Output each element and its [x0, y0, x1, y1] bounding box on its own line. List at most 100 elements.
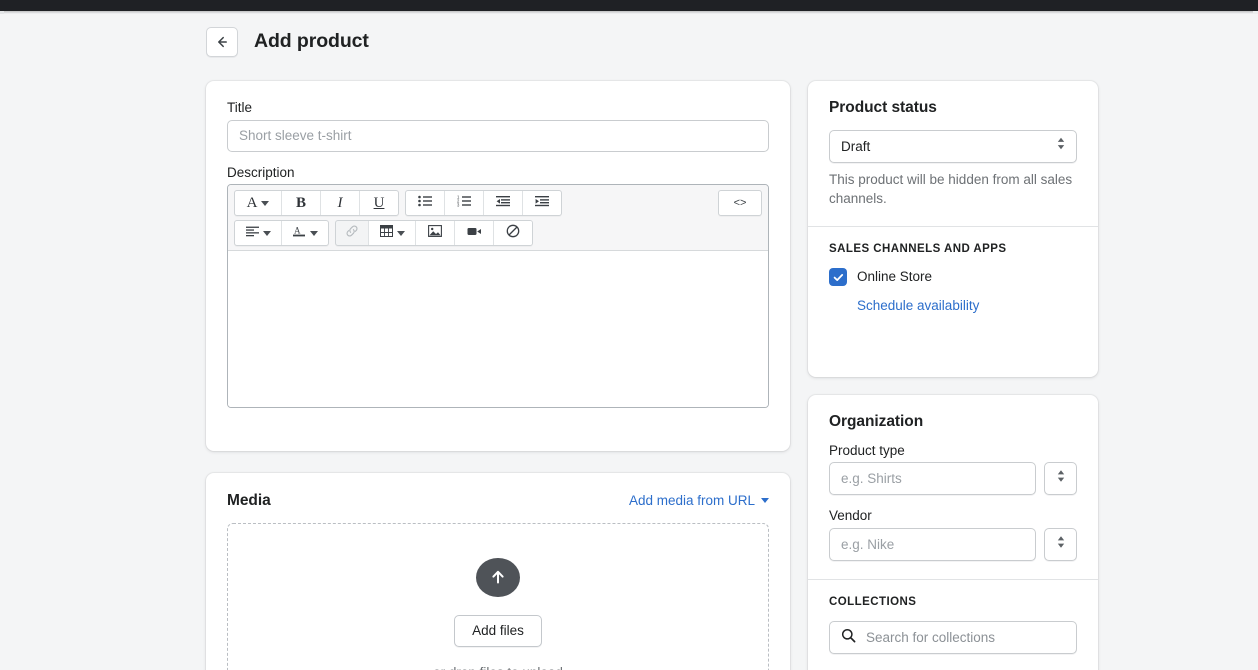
- chevron-down-icon: [761, 498, 769, 503]
- editor-toolbar-row-1: A B I U: [234, 190, 762, 216]
- schedule-availability-link[interactable]: Schedule availability: [857, 299, 1077, 313]
- video-icon: [467, 224, 482, 242]
- online-store-label: Online Store: [857, 270, 932, 284]
- online-store-row: Online Store: [829, 268, 1077, 286]
- chevron-down-icon: [263, 231, 271, 236]
- description-editor: A B I U: [227, 184, 769, 408]
- bold-button[interactable]: B: [282, 191, 321, 215]
- chevron-down-icon: [310, 231, 318, 236]
- align-dropdown[interactable]: [235, 221, 282, 245]
- product-status-help-text: This product will be hidden from all sal…: [829, 170, 1077, 208]
- chevron-down-icon: [397, 231, 405, 236]
- product-type-input-row: [829, 462, 1077, 495]
- indent-icon: [535, 194, 549, 212]
- text-color-dropdown[interactable]: A: [282, 221, 328, 245]
- svg-text:3: 3: [457, 203, 460, 207]
- font-a-icon: A: [247, 196, 258, 211]
- chevron-down-icon: [261, 201, 269, 206]
- vendor-input[interactable]: [829, 528, 1036, 561]
- page-title: Add product: [254, 32, 369, 52]
- stepper-icon: [1056, 534, 1066, 555]
- font-style-dropdown[interactable]: A: [235, 191, 282, 215]
- add-media-from-url-link[interactable]: Add media from URL: [629, 494, 769, 508]
- app-screen: Add product Title Description A: [0, 0, 1258, 670]
- no-entry-icon: [506, 224, 520, 243]
- svg-text:A: A: [294, 225, 301, 235]
- text-color-icon: A: [292, 224, 306, 243]
- indent-button[interactable]: [523, 191, 561, 215]
- product-status-value: Draft: [841, 139, 870, 154]
- italic-button[interactable]: I: [321, 191, 360, 215]
- image-icon: [428, 224, 442, 242]
- align-left-icon: [246, 224, 259, 242]
- media-card-header: Media Add media from URL: [227, 493, 769, 509]
- browser-chrome-bar: [0, 0, 1258, 11]
- organization-section: Organization Product type: [808, 395, 1098, 579]
- text-format-group: A B I U: [234, 190, 399, 216]
- list-numbers-icon: 1 2 3: [457, 194, 471, 212]
- underline-u-icon: U: [374, 196, 385, 211]
- vendor-field: Vendor: [829, 509, 1077, 561]
- page-header: Add product: [206, 27, 369, 57]
- align-group: A: [234, 220, 329, 246]
- vendor-stepper-button[interactable]: [1044, 528, 1077, 561]
- online-store-checkbox[interactable]: [829, 268, 847, 286]
- arrow-left-icon: [214, 34, 230, 50]
- add-files-button[interactable]: Add files: [454, 615, 542, 647]
- upload-arrow-icon: [476, 558, 520, 598]
- sales-channels-heading: SALES CHANNELS AND APPS: [829, 244, 1077, 256]
- outdent-button[interactable]: [484, 191, 523, 215]
- description-textarea[interactable]: [228, 251, 768, 407]
- sales-channels-section: SALES CHANNELS AND APPS Online Store Sch…: [808, 227, 1098, 331]
- bulleted-list-button[interactable]: [406, 191, 445, 215]
- product-details-card: Title Description A: [206, 81, 790, 451]
- underline-button[interactable]: U: [360, 191, 398, 215]
- add-media-from-url-label: Add media from URL: [629, 494, 755, 508]
- html-code-button[interactable]: <>: [718, 190, 762, 216]
- title-input[interactable]: [227, 120, 769, 152]
- vendor-label: Vendor: [829, 509, 1077, 523]
- list-bullets-icon: [418, 194, 432, 212]
- table-icon: [380, 224, 393, 242]
- back-button[interactable]: [206, 27, 238, 57]
- insert-link-button[interactable]: [336, 221, 369, 245]
- clear-formatting-button[interactable]: [494, 221, 532, 245]
- collections-section: COLLECTIONS Search for collections: [808, 580, 1098, 670]
- bold-b-icon: B: [296, 196, 306, 211]
- insert-image-button[interactable]: [416, 221, 455, 245]
- product-status-select[interactable]: Draft: [829, 130, 1077, 163]
- product-status-select-wrap: Draft: [829, 130, 1077, 163]
- collections-heading: COLLECTIONS: [829, 597, 1077, 609]
- product-status-card: Product status Draft This product will b…: [808, 81, 1098, 377]
- editor-toolbar-row-2: A: [234, 220, 762, 246]
- insert-video-button[interactable]: [455, 221, 494, 245]
- collections-search-placeholder: Search for collections: [866, 631, 995, 645]
- search-icon: [841, 628, 856, 648]
- stepper-icon: [1056, 468, 1066, 489]
- page-content: Add product Title Description A: [0, 14, 1258, 670]
- italic-i-icon: I: [338, 196, 343, 211]
- insert-group: [335, 220, 533, 246]
- media-heading: Media: [227, 493, 271, 509]
- list-indent-group: 1 2 3: [405, 190, 562, 216]
- numbered-list-button[interactable]: 1 2 3: [445, 191, 484, 215]
- link-icon: [345, 224, 359, 243]
- insert-table-dropdown[interactable]: [369, 221, 416, 245]
- collections-search-input[interactable]: Search for collections: [829, 621, 1077, 654]
- product-type-stepper-button[interactable]: [1044, 462, 1077, 495]
- product-type-input[interactable]: [829, 462, 1036, 495]
- organization-heading: Organization: [829, 414, 1077, 430]
- product-status-heading: Product status: [829, 100, 1077, 116]
- product-type-label: Product type: [829, 444, 1077, 458]
- product-type-field: Product type: [829, 444, 1077, 496]
- description-label: Description: [227, 166, 769, 180]
- editor-toolbar: A B I U: [228, 185, 768, 251]
- organization-card: Organization Product type: [808, 395, 1098, 670]
- vendor-input-row: [829, 528, 1077, 561]
- drop-files-hint: or drop files to upload: [433, 665, 563, 670]
- outdent-icon: [496, 194, 510, 212]
- media-dropzone[interactable]: Add files or drop files to upload: [227, 523, 769, 670]
- title-label: Title: [227, 101, 769, 115]
- product-status-section: Product status Draft This product will b…: [808, 81, 1098, 226]
- media-card: Media Add media from URL Add files o: [206, 473, 790, 670]
